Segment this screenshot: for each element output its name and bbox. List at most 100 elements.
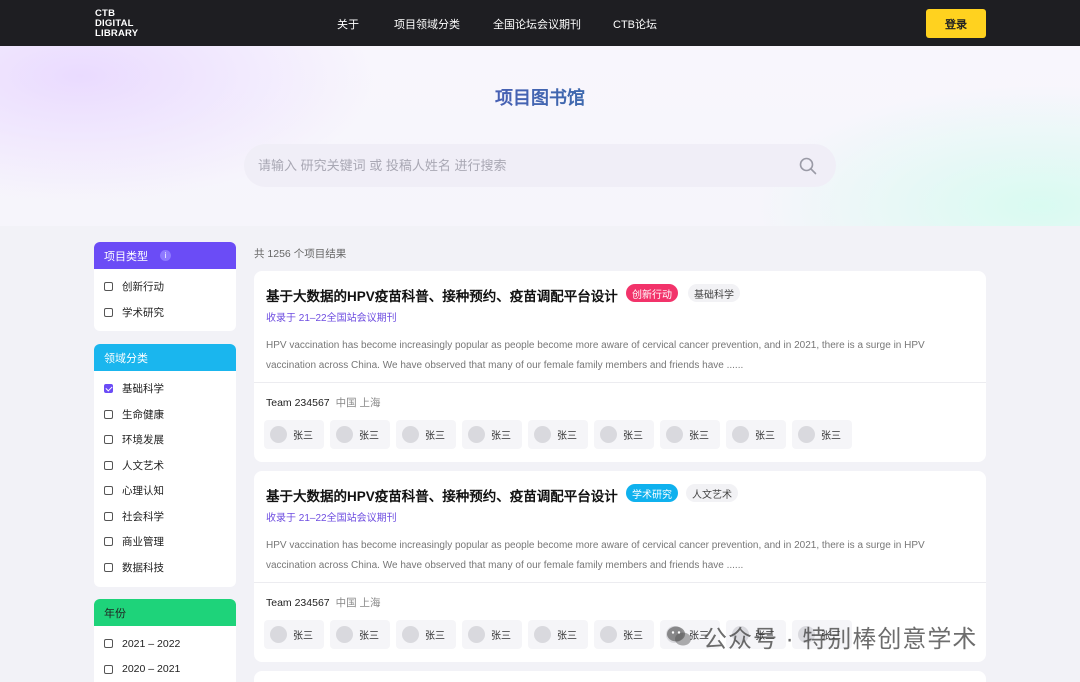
type-tag: 创新行动 — [626, 284, 678, 302]
nav-about[interactable]: 关于 — [337, 16, 359, 32]
filter-option-field[interactable]: 人文艺术 — [94, 453, 236, 479]
filter-option-field[interactable]: 心理认知 — [94, 478, 236, 504]
nav-categories[interactable]: 项目领域分类 — [394, 16, 460, 32]
member-chip[interactable]: 张三 — [264, 420, 324, 449]
login-button[interactable]: 登录 — [926, 9, 986, 38]
member-name: 张三 — [359, 631, 379, 642]
filter-option-year[interactable]: 2020 – 2021 — [94, 657, 236, 682]
member-chip[interactable]: 张三 — [726, 420, 786, 449]
team-location: 中国 上海 — [335, 597, 381, 609]
project-title[interactable]: 基于大数据的HPV疫苗科普、接种预约、疫苗调配平台设计 — [266, 285, 618, 305]
team-info: Team 234567 中国 上海 — [266, 395, 381, 410]
member-name: 张三 — [491, 631, 511, 642]
nav-forum[interactable]: CTB论坛 — [613, 16, 657, 32]
member-name: 张三 — [557, 431, 577, 442]
filter-title-type: 项目类型 — [104, 250, 148, 263]
avatar — [534, 426, 551, 443]
member-name: 张三 — [557, 631, 577, 642]
avatar — [798, 426, 815, 443]
checkbox[interactable] — [104, 486, 113, 496]
member-chip[interactable]: 张三 — [594, 420, 654, 449]
filter-option-field[interactable]: 环境发展 — [94, 427, 236, 453]
team-info: Team 234567 中国 上海 — [266, 595, 381, 610]
field-tag: 人文艺术 — [686, 484, 738, 502]
filter-option-field[interactable]: 生命健康 — [94, 402, 236, 428]
team-name: Team 234567 — [266, 597, 330, 609]
checkbox[interactable] — [104, 511, 113, 521]
filter-option-field[interactable]: 数据科技 — [94, 555, 236, 581]
filter-option-type[interactable]: 学术研究 — [94, 300, 236, 326]
filter-panel-year: 年份 2021 – 2022 2020 – 2021 — [94, 599, 236, 682]
avatar — [270, 426, 287, 443]
member-chip[interactable]: 张三 — [330, 620, 390, 649]
member-name: 张三 — [293, 431, 313, 442]
filter-option-type[interactable]: 创新行动 — [94, 274, 236, 300]
source-link[interactable]: 收录于 21–22全国站会议期刊 — [266, 309, 397, 324]
project-title[interactable]: 基于大数据的HPV疫苗科普、接种预约、疫苗调配平台设计 — [266, 485, 618, 505]
member-chip[interactable]: 张三 — [528, 420, 588, 449]
project-description: HPV vaccination has become increasingly … — [266, 540, 925, 571]
filter-option-field[interactable]: 社会科学 — [94, 504, 236, 530]
avatar — [402, 426, 419, 443]
filter-option-field[interactable]: 商业管理 — [94, 529, 236, 555]
checkbox[interactable] — [104, 460, 113, 470]
filter-option-label: 基础科学 — [122, 383, 164, 396]
nav-journal[interactable]: 全国论坛会议期刊 — [493, 16, 581, 32]
filter-title-field: 领域分类 — [104, 352, 148, 365]
hero-banner: 项目图书馆 — [0, 46, 1080, 226]
project-card[interactable]: 基于大数据的HPV疫苗科普、接种预约、疫苗调配平台设计 创新行动 基础科学 收录… — [254, 271, 986, 462]
member-name: 张三 — [359, 431, 379, 442]
member-chip[interactable]: 张三 — [462, 620, 522, 649]
member-chip[interactable]: 张三 — [792, 420, 852, 449]
member-chip[interactable]: 张三 — [660, 420, 720, 449]
avatar — [600, 626, 617, 643]
checkbox[interactable] — [104, 435, 113, 445]
project-card-partial[interactable] — [254, 671, 986, 682]
filter-header-field: 领域分类 — [94, 344, 236, 371]
member-name: 张三 — [623, 431, 643, 442]
checkbox[interactable] — [104, 664, 113, 674]
member-name: 张三 — [821, 431, 841, 442]
search-input[interactable] — [258, 144, 778, 187]
filter-option-label: 2021 – 2022 — [122, 637, 181, 650]
team-name: Team 234567 — [266, 397, 330, 409]
member-chip[interactable]: 张三 — [264, 620, 324, 649]
member-chip[interactable]: 张三 — [396, 620, 456, 649]
filter-option-label: 创新行动 — [122, 281, 164, 294]
checkbox[interactable] — [104, 307, 113, 317]
info-icon[interactable]: i — [160, 250, 171, 261]
member-chip[interactable]: 张三 — [396, 420, 456, 449]
checkbox[interactable] — [104, 639, 113, 649]
member-chip[interactable]: 张三 — [528, 620, 588, 649]
member-name: 张三 — [425, 431, 445, 442]
filter-option-label: 商业管理 — [122, 536, 164, 549]
wechat-icon — [667, 626, 691, 646]
member-chip[interactable]: 张三 — [330, 420, 390, 449]
search-icon[interactable] — [798, 156, 818, 176]
avatar — [468, 626, 485, 643]
checkbox[interactable] — [104, 537, 113, 547]
project-description: HPV vaccination has become increasingly … — [266, 340, 925, 371]
avatar — [336, 626, 353, 643]
member-name: 张三 — [293, 631, 313, 642]
result-count: 共 1256 个项目结果 — [254, 248, 347, 260]
checkbox[interactable] — [104, 562, 113, 572]
checkbox[interactable] — [104, 409, 113, 419]
top-nav-bar: CTB DIGITAL LIBRARY 关于 项目领域分类 全国论坛会议期刊 C… — [0, 0, 1080, 46]
member-chip[interactable]: 张三 — [462, 420, 522, 449]
filter-header-type: 项目类型 i — [94, 242, 236, 269]
filter-option-label: 人文艺术 — [122, 459, 164, 472]
filter-option-field[interactable]: 基础科学 — [94, 376, 236, 402]
avatar — [534, 626, 551, 643]
avatar — [468, 426, 485, 443]
filter-title-year: 年份 — [104, 607, 126, 620]
source-link[interactable]: 收录于 21–22全国站会议期刊 — [266, 509, 397, 524]
avatar — [666, 426, 683, 443]
filter-option-year[interactable]: 2021 – 2022 — [94, 631, 236, 657]
checkbox-checked[interactable] — [104, 384, 113, 394]
member-name: 张三 — [425, 631, 445, 642]
member-chip[interactable]: 张三 — [594, 620, 654, 649]
checkbox[interactable] — [104, 282, 113, 292]
member-name: 张三 — [623, 631, 643, 642]
type-tag: 学术研究 — [626, 484, 678, 502]
